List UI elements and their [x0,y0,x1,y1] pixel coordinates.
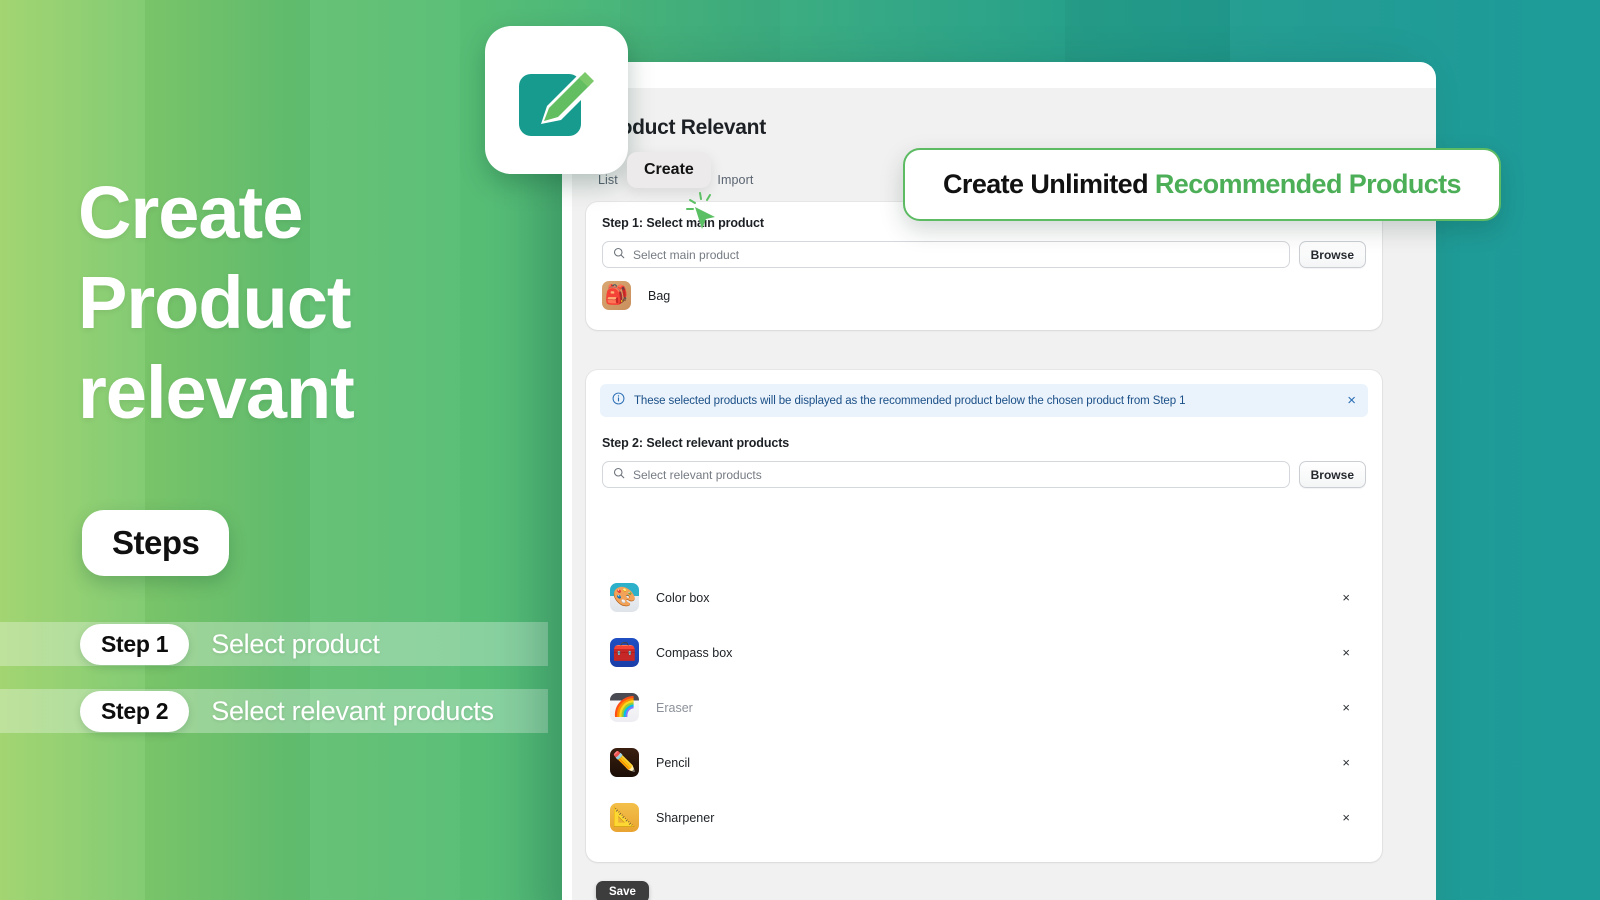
remove-product-icon[interactable]: × [1342,755,1350,770]
table-row[interactable]: ✏️ Pencil × [586,735,1382,790]
product-name: Pencil [656,755,691,770]
relevant-products-search-placeholder: Select relevant products [633,467,762,482]
headline-line-1: Create [78,171,303,254]
search-icon [613,466,625,484]
main-product-search-placeholder: Select main product [633,247,740,262]
pencils-icon: ✏️ [610,748,639,777]
product-name: Sharpener [656,810,715,825]
remove-product-icon[interactable]: × [1342,645,1350,660]
app-icon [485,26,628,174]
step2-card: These selected products will be displaye… [586,370,1382,862]
backpack-icon: 🎒 [602,281,631,310]
step-row-2: Step 2 Select relevant products [0,689,548,733]
sharpener-icon: 📐 [610,803,639,832]
edit-pencil-icon [518,70,597,136]
paint-palette-icon: 🎨 [610,583,639,612]
create-tooltip: Create [627,152,711,188]
step-1-badge: Step 1 [80,623,190,665]
step-row-1: Step 1 Select product [0,622,548,666]
main-product-search-input[interactable]: Select main product [602,241,1290,268]
tab-import[interactable]: Import [717,173,753,187]
product-name: Color box [656,590,710,605]
tab-list[interactable]: List [598,173,618,187]
step2-label: Step 2: Select relevant products [602,436,790,450]
remove-product-icon[interactable]: × [1342,590,1350,605]
promo-text-highlight: Recommended Products [1154,169,1462,199]
remove-product-icon[interactable]: × [1342,810,1350,825]
mouse-cursor-icon [684,192,730,243]
left-marketing-panel: Create Product relevant Steps Step 1 Sel… [0,0,560,900]
eraser-icon: 🌈 [610,693,639,722]
table-row[interactable]: 📐 Sharpener × [586,790,1382,845]
headline-line-2: Product [78,261,352,344]
remove-product-icon[interactable]: × [1342,700,1350,715]
search-icon [613,246,625,264]
relevant-products-list: 🎨 Color box × 🧰 Compass box × 🌈 Eraser ×… [586,570,1382,845]
browse-relevant-products-button[interactable]: Browse [1298,461,1366,488]
main-product-name: Bag [648,288,671,303]
product-name: Eraser [656,700,693,715]
page-headline: Create Product relevant [78,168,355,438]
step-2-badge: Step 2 [80,690,190,732]
product-name: Compass box [656,645,733,660]
table-row[interactable]: 🌈 Eraser × [586,680,1382,735]
save-button[interactable]: Save [596,881,649,900]
headline-line-3: relevant [78,351,355,434]
table-row[interactable]: 🎨 Color box × [586,570,1382,625]
relevant-products-search-input[interactable]: Select relevant products [602,461,1290,488]
info-banner: These selected products will be displaye… [600,384,1368,417]
promo-banner: Create Unlimited Recommended Products [903,148,1501,221]
browse-main-product-button[interactable]: Browse [1298,241,1366,268]
steps-chip-label: Steps [82,510,230,576]
step-1-text: Select product [211,628,380,659]
table-row[interactable]: 🧰 Compass box × [586,625,1382,680]
info-banner-message: These selected products will be displaye… [634,394,1186,407]
info-icon [612,392,625,410]
promo-text-plain: Create Unlimited [943,169,1155,199]
pencil-case-icon: 🧰 [610,638,639,667]
step-2-text: Select relevant products [211,695,494,726]
info-banner-close-icon[interactable]: × [1347,392,1356,409]
